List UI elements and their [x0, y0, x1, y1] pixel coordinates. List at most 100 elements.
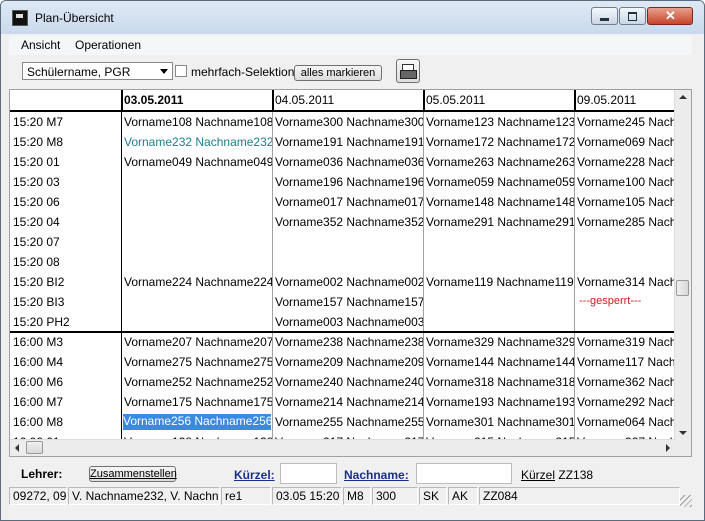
time-slot-label: 15:20 07 [13, 235, 60, 249]
student-cell[interactable]: Vorname256 Nachname256, re [122, 413, 272, 431]
time-slot-label: 15:20 BI3 [13, 295, 65, 309]
student-cell[interactable]: Vorname318 Nachname318, de [426, 375, 574, 391]
time-slot-label: 16:00 M8 [13, 415, 64, 429]
student-cell[interactable]: Vorname352 Nachname352, de [275, 215, 423, 231]
student-cell[interactable]: Vorname059 Nachname059, ek [426, 175, 574, 191]
student-cell[interactable]: Vorname172 Nachname172, er [426, 135, 574, 151]
scroll-up-icon[interactable] [679, 95, 687, 99]
printer-icon[interactable] [396, 59, 420, 83]
student-cell[interactable]: Vorname301 Nachname301, re [426, 415, 574, 431]
student-cell[interactable]: Vorname196 Nachname196, ek [275, 175, 423, 191]
kuerzel-readout-label: Kürzel [521, 468, 556, 482]
time-slot-label: 15:20 M7 [13, 115, 64, 129]
student-cell[interactable]: Vorname207 Nachname207, pl [124, 335, 272, 351]
vertical-scroll-thumb[interactable] [676, 280, 689, 296]
student-cell[interactable]: Vorname362 Nachna [577, 375, 675, 391]
nachname-input[interactable] [416, 463, 512, 484]
date-header[interactable]: 03.05.2011 [124, 93, 183, 107]
scroll-down-icon[interactable] [679, 431, 687, 435]
student-cell[interactable]: Vorname228 Nachna [577, 155, 675, 171]
date-header[interactable]: 04.05.2011 [275, 93, 334, 107]
sort-dropdown-value: Schülername, PGR [27, 65, 131, 79]
status-panel: AK [448, 487, 478, 505]
student-cell[interactable]: Vorname148 Nachname148, ge [426, 195, 574, 211]
student-cell[interactable]: ---gesperrt--- [579, 295, 675, 311]
nachname-label: Nachname: [344, 468, 409, 482]
date-header[interactable]: 09.05.2011 [577, 93, 636, 107]
student-cell[interactable]: Vorname255 Nachname255, de [275, 415, 423, 431]
student-cell[interactable]: Vorname064 Nachna [577, 415, 675, 431]
time-slot-label: 16:00 M6 [13, 375, 64, 389]
table-row: 16:00 M8Vorname256 Nachname256, reVornam… [10, 412, 675, 432]
student-cell[interactable]: Vorname329 Nachname329, re [426, 335, 574, 351]
student-cell[interactable]: Vorname240 Nachname240, re [275, 375, 423, 391]
maximize-button[interactable] [619, 7, 646, 25]
student-cell[interactable]: Vorname232 Nachname232, re [124, 135, 272, 151]
horizontal-scrollbar[interactable] [10, 439, 675, 456]
student-cell[interactable]: Vorname275 Nachname275, pl [124, 355, 272, 371]
close-button[interactable] [647, 7, 693, 25]
menu-ansicht[interactable]: Ansicht [21, 38, 60, 52]
student-cell[interactable]: Vorname036 Nachname036, ge [275, 155, 423, 171]
student-cell[interactable]: Vorname002 Nachname002, bi [275, 275, 423, 291]
toolbar: Schülername, PGR mehrfach-Selektion alle… [9, 55, 692, 89]
table-row: 15:20 03Vorname196 Nachname196, ekVornam… [10, 172, 675, 192]
header-divider [272, 90, 274, 110]
student-cell[interactable]: Vorname105 Nachna [577, 195, 675, 211]
student-cell[interactable]: Vorname175 Nachname175, ge [124, 395, 272, 411]
combine-button[interactable]: Zusammenstellen [89, 466, 177, 482]
student-cell[interactable]: Vorname263 Nachname263, ge [426, 155, 574, 171]
student-cell[interactable]: Vorname144 Nachname144, pl [426, 355, 574, 371]
menu-operationen[interactable]: Operationen [75, 38, 141, 52]
time-slot-label: 15:20 04 [13, 215, 60, 229]
horizontal-scroll-thumb[interactable] [26, 441, 43, 454]
student-cell[interactable]: Vorname119 Nachname119, bi [426, 275, 574, 291]
student-cell[interactable]: Vorname319 Nachna [577, 335, 675, 351]
table-row: 15:20 06Vorname017 Nachname017, rkVornam… [10, 192, 675, 212]
chevron-down-icon [160, 69, 168, 74]
student-cell[interactable]: Vorname157 Nachname157, bi [275, 295, 423, 311]
student-cell[interactable]: Vorname193 Nachname193, ge [426, 395, 574, 411]
resize-grip-icon[interactable] [680, 495, 692, 507]
student-cell[interactable]: Vorname017 Nachname017, rk [275, 195, 423, 211]
student-cell[interactable]: Vorname123 Nachname123, s1 [426, 115, 574, 131]
main-window: Plan-Übersicht Ansicht Operationen Schül… [0, 0, 705, 521]
multi-selection-checkbox[interactable] [175, 65, 187, 77]
kuerzel-input[interactable] [280, 463, 337, 484]
table-row: 16:00 M6Vorname252 Nachname252, reVornam… [10, 372, 675, 392]
student-cell[interactable]: Vorname292 Nachna [577, 395, 675, 411]
student-cell[interactable]: Vorname108 Nachname108, ge [124, 115, 272, 131]
scroll-left-icon[interactable] [15, 444, 19, 452]
student-cell[interactable]: Vorname117 Nachna [577, 355, 675, 371]
student-cell[interactable]: Vorname003 Nachname003, ph [275, 315, 423, 331]
student-cell[interactable]: Vorname314 Nachna [577, 275, 675, 291]
vertical-scrollbar[interactable] [674, 90, 691, 440]
student-cell[interactable]: Vorname214 Nachname214, re [275, 395, 423, 411]
table-row: 16:00 M7Vorname175 Nachname175, geVornam… [10, 392, 675, 412]
scroll-right-icon[interactable] [666, 444, 670, 452]
student-cell[interactable]: Vorname224 Nachname224, bi [124, 275, 272, 291]
student-cell[interactable]: Vorname069 Nachna [577, 135, 675, 151]
student-cell[interactable]: Vorname209 Nachname209, ge [275, 355, 423, 371]
student-cell[interactable]: Vorname291 Nachname291, de [426, 215, 574, 231]
student-cell[interactable]: Vorname245 Nachna [577, 115, 675, 131]
minimize-button[interactable] [591, 7, 618, 25]
menu-bar: Ansicht Operationen [9, 36, 692, 55]
plan-grid: 03.05.2011 04.05.2011 05.05.2011 09.05.2011… [9, 89, 692, 457]
student-cell[interactable]: Vorname285 Nachna [577, 215, 675, 231]
student-cell[interactable]: Vorname191 Nachname191, de [275, 135, 423, 151]
window-title: Plan-Übersicht [35, 11, 114, 25]
student-cell[interactable]: Vorname238 Nachname238, pl [275, 335, 423, 351]
status-panel: SK [419, 487, 447, 505]
mark-all-button[interactable]: alles markieren [294, 65, 382, 81]
student-cell[interactable]: Vorname252 Nachname252, re [124, 375, 272, 391]
student-cell[interactable]: Vorname300 Nachname300, re [275, 115, 423, 131]
student-cell[interactable]: Vorname100 Nachna [577, 175, 675, 191]
table-row: 15:20 BI3 Vorname157 Nachname157, bi ---ge… [10, 292, 675, 312]
date-header[interactable]: 05.05.2011 [426, 93, 485, 107]
student-cell[interactable]: Vorname049 Nachname049, pl [124, 155, 272, 171]
header-divider [121, 90, 123, 110]
sort-dropdown[interactable]: Schülername, PGR [22, 62, 173, 80]
status-panel: 03.05 15:20 [272, 487, 342, 505]
status-panel: V. Nachname232, V. Nachna [68, 487, 220, 505]
